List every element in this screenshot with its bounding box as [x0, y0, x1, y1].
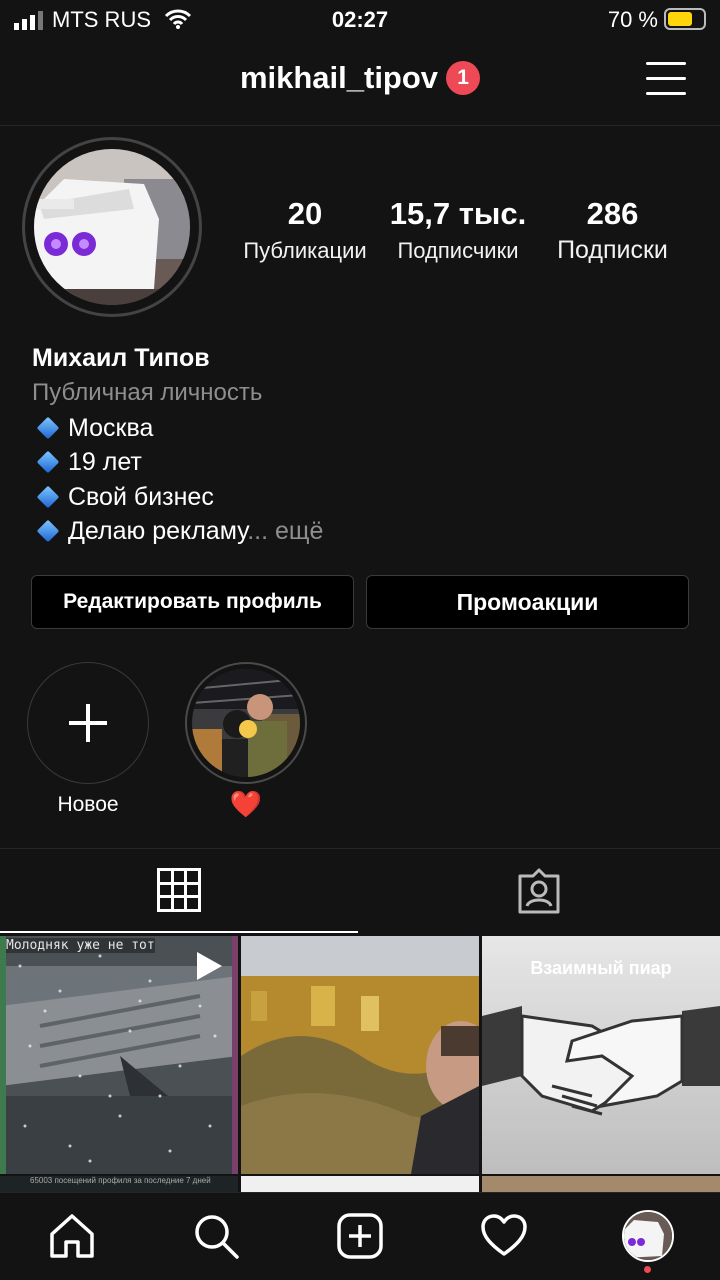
battery-icon	[664, 8, 706, 30]
nav-profile-avatar[interactable]	[622, 1210, 674, 1262]
notification-dot	[644, 1266, 651, 1273]
divider	[0, 848, 720, 849]
divider	[0, 125, 720, 126]
bio-line: Свой бизнес	[34, 483, 214, 512]
profile-category: Публичная личность	[32, 379, 263, 406]
activity-heart-icon[interactable]	[480, 1212, 528, 1260]
new-post-icon[interactable]	[336, 1212, 384, 1260]
stat-posts-count[interactable]: 20	[255, 196, 355, 232]
stat-posts-label[interactable]: Публикации	[230, 238, 380, 264]
post-overlay-text: Молодняк уже не тот	[6, 938, 155, 953]
search-icon[interactable]	[192, 1212, 240, 1260]
profile-full-name: Михаил Типов	[32, 344, 210, 372]
battery-percent: 70 %	[607, 7, 658, 32]
post-caption-text: 65003 посещений профиля за последние 7 д…	[30, 1176, 211, 1185]
bio-line: Делаю рекламу... ещё	[34, 517, 323, 546]
plus-icon	[69, 704, 107, 742]
battery-level-fill	[668, 12, 692, 26]
profile-username-header[interactable]: mikhail_tipov 1	[0, 58, 720, 96]
highlight-story-thumbnail[interactable]	[192, 669, 300, 777]
blue-diamond-icon	[36, 417, 60, 440]
stat-followers-count[interactable]: 15,7 тыс.	[383, 196, 533, 232]
play-icon	[197, 952, 222, 980]
home-icon[interactable]	[48, 1212, 96, 1260]
blue-diamond-icon	[36, 451, 60, 474]
bio-more-link[interactable]: ... ещё	[247, 517, 323, 545]
tagged-photos-icon[interactable]	[516, 868, 562, 914]
promotions-button[interactable]: Промоакции	[366, 575, 689, 629]
stat-following-count[interactable]: 286	[560, 196, 665, 232]
blue-diamond-icon	[36, 520, 60, 543]
blue-diamond-icon	[36, 486, 60, 509]
highlight-heart-label: ❤️	[229, 789, 263, 819]
bio-line: Москва	[34, 414, 153, 443]
grid-post-video[interactable]: Молодняк уже не тот	[0, 936, 238, 1174]
stat-followers-label[interactable]: Подписчики	[383, 238, 533, 264]
grid-view-icon[interactable]	[157, 868, 201, 912]
menu-hamburger-icon[interactable]	[646, 62, 686, 96]
post-overlay-text: Взаимный пиар	[530, 958, 672, 978]
status-bar: MTS RUS 02:27 70 %	[0, 0, 720, 40]
active-tab-indicator	[0, 931, 358, 933]
grid-post-photo[interactable]	[241, 936, 479, 1174]
profile-avatar[interactable]	[34, 149, 190, 305]
grid-post-photo[interactable]: Взаимный пиар	[482, 936, 720, 1174]
stat-following-label[interactable]: Подписки	[545, 236, 680, 265]
bio-line: 19 лет	[34, 448, 142, 477]
edit-profile-button[interactable]: Редактировать профиль	[31, 575, 354, 629]
new-highlight-button[interactable]	[27, 662, 149, 784]
notification-badge: 1	[446, 60, 481, 95]
username: mikhail_tipov	[239, 59, 439, 95]
highlight-new-label: Новое	[57, 793, 119, 816]
